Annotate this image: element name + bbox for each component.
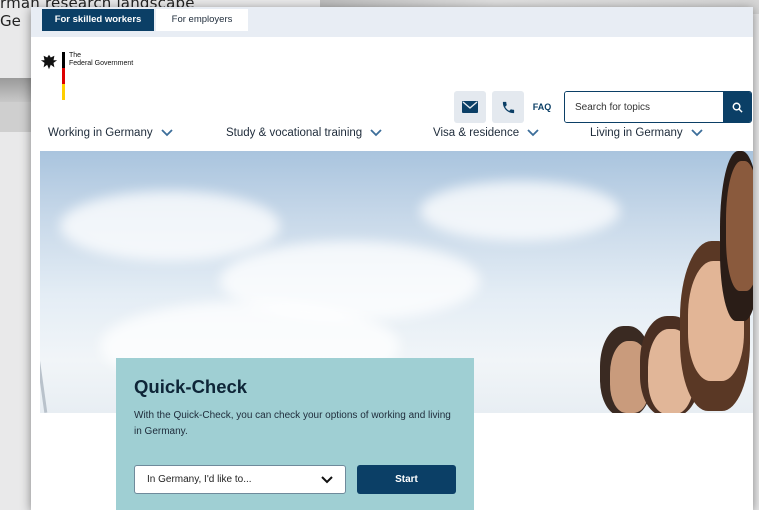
chevron-down-icon [370,129,382,137]
nav-working-in-germany[interactable]: Working in Germany [48,127,173,139]
quick-check-card: Quick-Check With the Quick-Check, you ca… [116,358,474,510]
envelope-icon [462,101,478,113]
tab-skilled-workers[interactable]: For skilled workers [42,9,154,31]
faq-link[interactable]: FAQ [527,91,557,123]
chevron-down-icon [527,129,539,137]
nav-label: Living in Germany [590,127,683,139]
site-header: The Federal Government FAQ [31,37,753,125]
quick-check-title: Quick-Check [134,376,248,397]
start-button[interactable]: Start [357,465,456,494]
contact-phone-button[interactable] [492,91,524,123]
nav-label: Working in Germany [48,127,153,139]
search-input[interactable] [565,92,723,122]
person-face [726,161,753,291]
browser-window: For skilled workers For employers The Fe… [31,7,753,510]
crane-silhouette [40,351,48,413]
main-navigation: Working in Germany Study & vocational tr… [31,127,753,151]
tab-employers[interactable]: For employers [156,9,248,31]
background-text-2: Ge [0,12,21,30]
logo-line-federal-government: Federal Government [69,60,134,67]
nav-living-in-germany[interactable]: Living in Germany [590,127,703,139]
search-box [564,91,752,123]
nav-label: Visa & residence [433,127,520,139]
select-value: In Germany, I'd like to... [147,474,252,485]
quick-check-description: With the Quick-Check, you can check your… [134,410,451,437]
nav-label: Study & vocational training [226,127,363,139]
logo-line-the: The [69,52,82,59]
audience-bar: For skilled workers For employers [31,7,753,37]
chevron-down-icon [691,129,703,137]
search-button[interactable] [723,92,751,122]
cloud [60,191,280,261]
search-icon [732,102,743,113]
phone-icon [502,101,514,113]
federal-government-logo[interactable]: The Federal Government [40,50,150,100]
contact-mail-button[interactable] [454,91,486,123]
chevron-down-icon [160,129,173,137]
cloud [420,181,620,241]
nav-visa-residence[interactable]: Visa & residence [433,127,539,139]
quick-check-select[interactable]: In Germany, I'd like to... [134,465,346,494]
german-flag-bar [62,52,65,100]
chevron-down-icon [321,475,333,483]
eagle-icon [40,54,58,70]
nav-study-vocational-training[interactable]: Study & vocational training [226,127,382,139]
